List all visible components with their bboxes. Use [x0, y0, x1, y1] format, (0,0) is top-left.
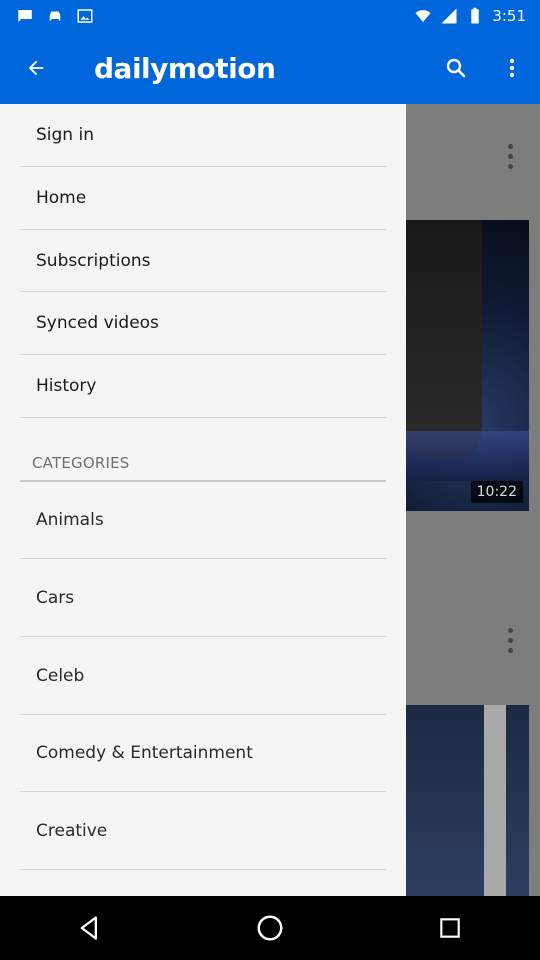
drawer-item-history[interactable]: History: [20, 355, 386, 418]
thumbnail-figure: [402, 220, 482, 460]
battery-icon: [471, 7, 480, 24]
more-dot: [507, 143, 513, 149]
nav-back-button[interactable]: [60, 898, 120, 958]
drawer-item-label: History: [36, 376, 97, 396]
arrow-back-icon: [28, 60, 44, 76]
recents-nav-icon: [440, 918, 460, 938]
system-nav-bar: [0, 896, 540, 960]
more-dot: [507, 647, 513, 653]
car-icon: [49, 11, 61, 21]
category-item-label: Comedy & Entertainment: [36, 743, 253, 763]
more-options-button[interactable]: [484, 32, 540, 104]
category-item-label: Creative: [36, 820, 108, 841]
more-vert-icon: [509, 58, 515, 78]
status-bar: 3:51: [0, 0, 540, 32]
photo-icon: [77, 9, 93, 23]
home-nav-icon: [257, 915, 283, 941]
drawer-item-label: Synced videos: [36, 313, 159, 333]
drawer-item-label: Sign in: [36, 125, 94, 145]
video-duration: 10:22: [470, 481, 523, 503]
wifi-icon: [415, 10, 431, 22]
drawer-item-sign-in[interactable]: Sign in: [20, 104, 386, 167]
more-dot: [507, 163, 513, 169]
category-item-celeb[interactable]: Celeb: [20, 637, 386, 715]
video-more-button[interactable]: [496, 138, 524, 174]
category-item-label: Celeb: [36, 665, 85, 686]
back-nav-icon: [80, 916, 98, 940]
nav-recents-button[interactable]: [420, 898, 480, 958]
category-item-cars[interactable]: Cars: [20, 559, 386, 637]
signal-icon: [441, 8, 457, 24]
back-button[interactable]: [0, 32, 72, 104]
search-icon: [446, 58, 466, 78]
drawer-item-label: Home: [36, 188, 87, 208]
categories-header: CATEGORIES: [20, 418, 386, 482]
app-bar: dailymotion: [0, 32, 540, 104]
more-dot: [507, 627, 513, 633]
more-dot: [507, 153, 513, 159]
navigation-drawer: Sign in Home Subscriptions Synced videos…: [0, 104, 406, 896]
category-item-comedy-entertainment[interactable]: Comedy & Entertainment: [20, 715, 386, 792]
thumbnail-crowd: [392, 431, 529, 481]
app-title: dailymotion: [94, 51, 276, 85]
drawer-item-synced-videos[interactable]: Synced videos: [20, 292, 386, 355]
message-icon: [18, 10, 32, 22]
drawer-item-label: Subscriptions: [36, 250, 151, 271]
more-dot: [507, 637, 513, 643]
video-more-button[interactable]: [496, 622, 524, 658]
nav-home-button[interactable]: [240, 898, 300, 958]
search-button[interactable]: [428, 32, 484, 104]
category-item-label: Animals: [36, 510, 104, 530]
drawer-item-home[interactable]: Home: [20, 167, 386, 230]
video-thumbnail[interactable]: [392, 705, 529, 896]
video-thumbnail[interactable]: 10:22: [392, 220, 529, 511]
thumbnail-pillar: [484, 705, 506, 896]
category-item-animals[interactable]: Animals: [20, 482, 386, 559]
status-left-icons: [16, 7, 94, 25]
category-item-creative[interactable]: Creative: [20, 792, 386, 870]
category-item-label: Cars: [36, 587, 75, 608]
drawer-item-subscriptions[interactable]: Subscriptions: [20, 230, 386, 292]
status-right-icons: 3:51: [414, 7, 526, 25]
status-time: 3:51: [492, 7, 526, 25]
